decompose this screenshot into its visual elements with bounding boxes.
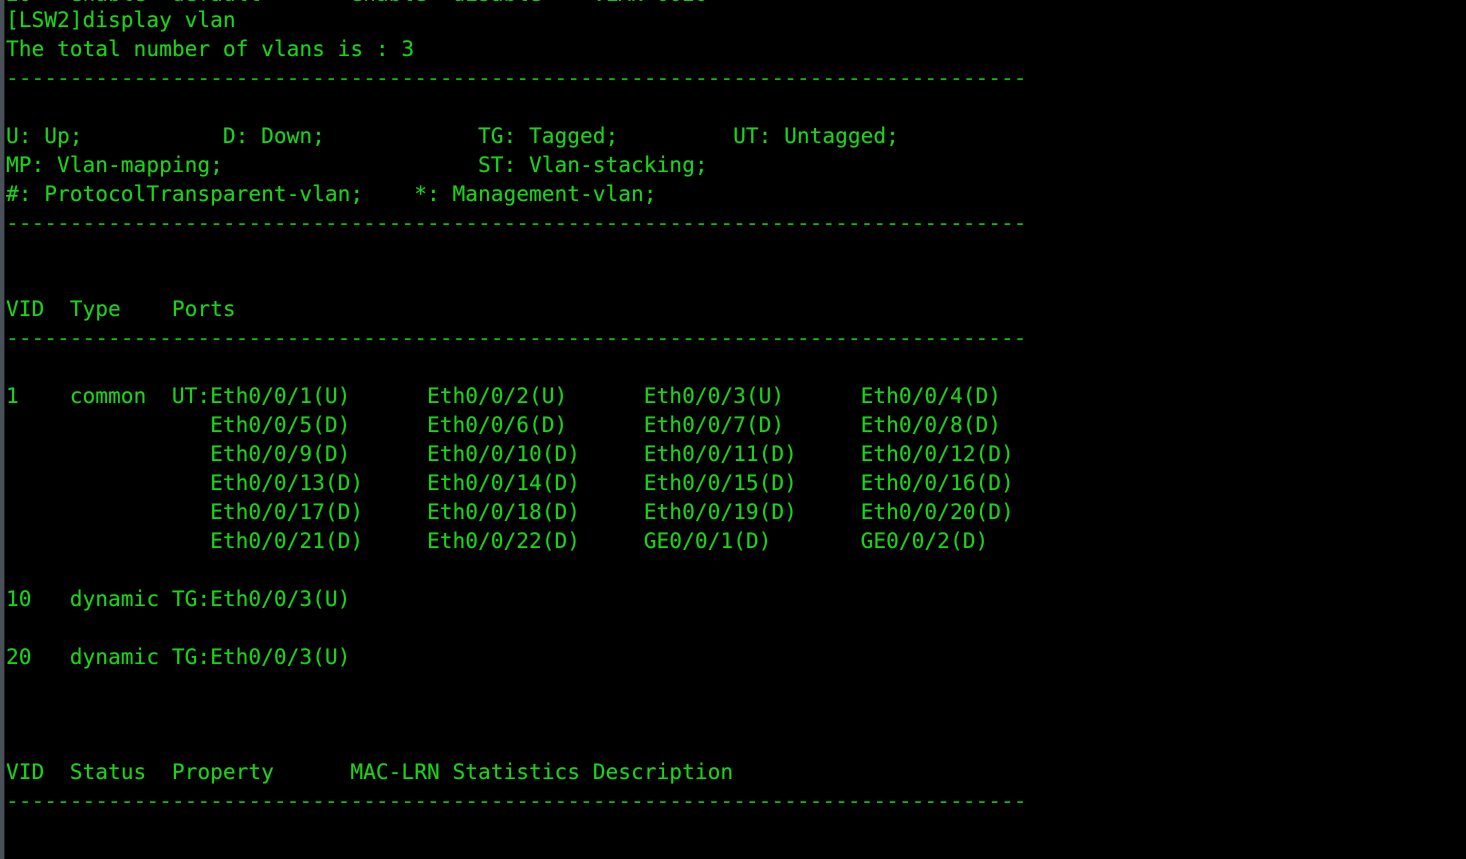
blank-line-2 (6, 238, 1461, 267)
blank-line-5 (6, 556, 1461, 585)
separator-status-header: ----------------------------------------… (6, 788, 1027, 814)
blank-line-11 (6, 845, 1461, 856)
command-line: [LSW2]display vlan (6, 7, 236, 32)
table-row: Eth0/0/13(D) Eth0/0/14(D) Eth0/0/15(D) E… (6, 470, 1014, 495)
legend-line-2: MP: Vlan-mapping; ST: Vlan-stacking; (6, 151, 708, 177)
separator-top: ----------------------------------------… (6, 64, 1027, 90)
blank-line-1 (6, 93, 1461, 122)
blank-line-7 (6, 672, 1461, 701)
window-left-border (0, 0, 5, 859)
table-row: Eth0/0/5(D) Eth0/0/6(D) Eth0/0/7(D) Eth0… (6, 412, 1001, 438)
separator-ports-header: ----------------------------------------… (6, 325, 1027, 351)
table-row: 1 common UT:Eth0/0/1(U) Eth0/0/2(U) Eth0… (6, 383, 1001, 409)
terminal-window[interactable]: 20 enable default enable disable VLAN 00… (0, 0, 1466, 859)
blank-line-3 (6, 266, 1461, 295)
terminal-screen[interactable]: [LSW2]display vlan The total number of v… (6, 6, 1461, 856)
table-row: Eth0/0/21(D) Eth0/0/22(D) GE0/0/1(D) GE0… (6, 527, 989, 553)
blank-line-6 (6, 614, 1461, 643)
table-row: Eth0/0/17(D) Eth0/0/18(D) Eth0/0/19(D) E… (6, 498, 1014, 524)
blank-line-8 (6, 701, 1461, 730)
table-row: Eth0/0/9(D) Eth0/0/10(D) Eth0/0/11(D) Et… (6, 441, 1014, 467)
ports-table-header: VID Type Ports (6, 296, 236, 322)
vlan-total-line: The total number of vlans is : 3 (6, 35, 415, 61)
table-row: 20 dynamic TG:Eth0/0/3(U) (6, 643, 351, 669)
separator-legend: ----------------------------------------… (6, 209, 1027, 235)
legend-line-3: #: ProtocolTransparent-vlan; *: Manageme… (6, 180, 657, 206)
blank-line-10 (6, 816, 1461, 845)
status-table-header: VID Status Property MAC-LRN Statistics D… (6, 759, 734, 785)
blank-line-9 (6, 729, 1461, 758)
legend-line-1: U: Up; D: Down; TG: Tagged; UT: Untagged… (6, 122, 899, 148)
table-row: 10 dynamic TG:Eth0/0/3(U) (6, 585, 351, 611)
blank-line-4 (6, 353, 1461, 382)
